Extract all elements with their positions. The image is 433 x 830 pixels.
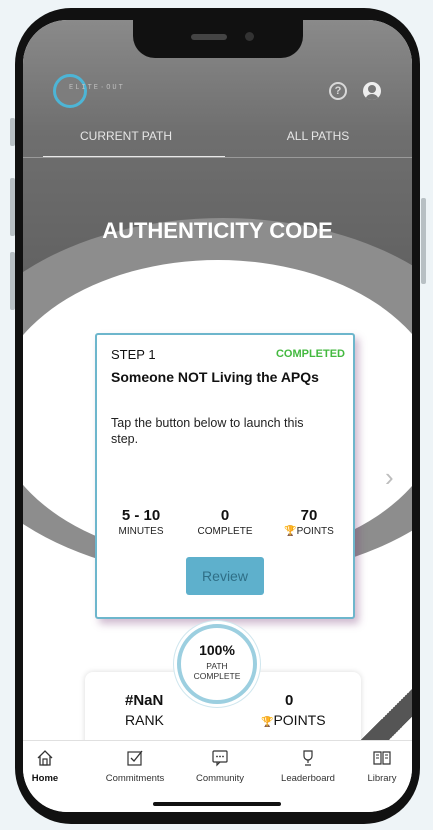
progress-label-line1: PATH [206, 661, 228, 671]
speaker [191, 34, 227, 40]
stat-minutes: 5 - 10 MINUTES [101, 507, 181, 537]
rank-value: #NaN [125, 692, 164, 709]
nav-label-library: Library [367, 773, 397, 784]
home-indicator [153, 802, 281, 806]
question-circle-icon[interactable]: ? [329, 82, 347, 100]
home-icon [37, 750, 53, 766]
nav-commitments[interactable]: Commitments [95, 749, 175, 784]
nav-label-leaderboard: Leaderboard [281, 773, 335, 784]
stat-complete-label: COMPLETE [197, 526, 253, 537]
path-tabs: CURRENT PATH ALL PATHS [23, 125, 412, 159]
step-label: STEP 1 [111, 347, 156, 362]
nav-leaderboard[interactable]: Leaderboard [268, 749, 348, 784]
path-title: AUTHENTICITY CODE [102, 218, 333, 243]
progress-percent: 100% [199, 642, 235, 658]
tab-current-path[interactable]: CURRENT PATH [31, 125, 221, 147]
chat-icon [212, 750, 228, 767]
trophy-icon [303, 750, 313, 766]
checkbox-icon [127, 750, 143, 766]
tabs-divider [23, 157, 412, 158]
step-description: Tap the button below to launch this step… [111, 416, 304, 446]
logo-text: ELITE·OUT [69, 84, 125, 92]
side-button-power [421, 198, 426, 284]
top-bar: ELITE·OUT ? [23, 60, 412, 120]
app-screen: ELITE·OUT ? CURRENT PATH ALL PATHS AUTHE… [23, 20, 412, 812]
book-icon [373, 751, 391, 765]
decorative-stripe [358, 680, 412, 740]
trophy-icon: 🏆 [284, 526, 297, 537]
stat-minutes-label: MINUTES [118, 526, 164, 537]
nav-library[interactable]: Library [359, 749, 405, 784]
stat-points-value: 70 [300, 507, 318, 524]
tab-all-paths[interactable]: ALL PATHS [223, 125, 412, 147]
stat-points-label: POINTS [296, 526, 334, 537]
trophy-icon: 🏆 [261, 717, 274, 728]
nav-label-community: Community [195, 773, 245, 784]
stat-complete-value: 0 [220, 507, 230, 524]
nav-label-commitments: Commitments [105, 773, 165, 784]
user-circle-icon[interactable] [363, 82, 381, 100]
points-value: 0 [285, 692, 294, 709]
stat-points: 70 🏆POINTS [269, 507, 349, 537]
stat-minutes-value: 5 - 10 [121, 507, 161, 524]
chevron-right-icon[interactable]: › [385, 462, 394, 493]
stat-complete: 0 COMPLETE [185, 507, 265, 537]
nav-community[interactable]: Community [185, 749, 255, 784]
step-title: Someone NOT Living the APQs [111, 369, 319, 385]
notch [133, 20, 303, 58]
status-badge: COMPLETED [275, 348, 345, 360]
step-card[interactable]: STEP 1 COMPLETED Someone NOT Living the … [95, 333, 355, 619]
rank-label: RANK [125, 712, 164, 728]
path-progress-ring: 100% PATH COMPLETE [177, 624, 257, 704]
review-button[interactable]: Review [186, 557, 264, 595]
progress-label-line2: COMPLETE [193, 671, 241, 681]
nav-label-home: Home [31, 773, 59, 784]
points-label: POINTS [273, 712, 326, 728]
nav-home[interactable]: Home [27, 749, 63, 784]
camera [245, 32, 254, 41]
